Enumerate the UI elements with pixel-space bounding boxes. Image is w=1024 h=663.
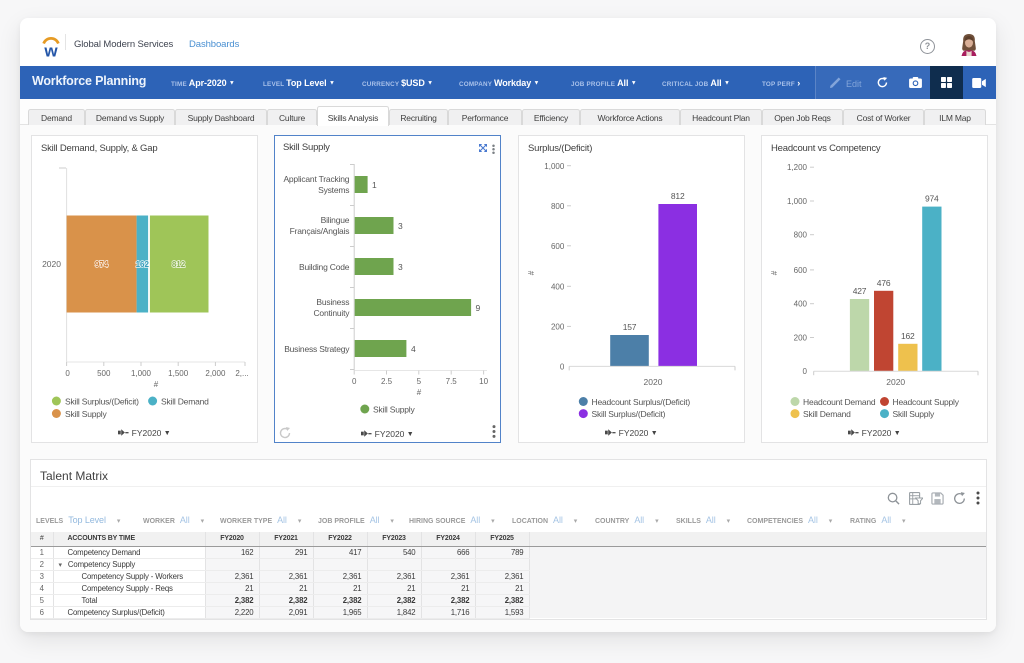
svg-text:500: 500 xyxy=(97,369,111,378)
svg-text:9: 9 xyxy=(475,303,480,313)
svg-text:Headcount Surplus/(Deficit): Headcount Surplus/(Deficit) xyxy=(592,397,691,407)
svg-text:1: 1 xyxy=(372,180,377,190)
svg-text:Business Strategy: Business Strategy xyxy=(284,344,350,354)
svg-text:Skill Demand: Skill Demand xyxy=(803,409,851,419)
svg-text:0: 0 xyxy=(351,377,356,386)
svg-text:#: # xyxy=(154,380,159,389)
svg-text:400: 400 xyxy=(794,300,808,309)
svg-text:Skill Demand: Skill Demand xyxy=(161,397,209,407)
svg-text:974: 974 xyxy=(925,194,939,204)
svg-text:162: 162 xyxy=(901,331,915,341)
svg-text:800: 800 xyxy=(794,231,808,240)
svg-text:Continuity: Continuity xyxy=(313,308,350,318)
svg-text:2020: 2020 xyxy=(644,377,663,387)
svg-text:7.5: 7.5 xyxy=(445,377,457,386)
svg-text:2.5: 2.5 xyxy=(380,377,392,386)
svg-text:Skill Surplus/(Deficit): Skill Surplus/(Deficit) xyxy=(65,397,139,407)
svg-text:5: 5 xyxy=(416,377,421,386)
svg-text:974: 974 xyxy=(95,260,109,269)
svg-text:10: 10 xyxy=(479,377,488,386)
svg-text:0: 0 xyxy=(65,369,70,378)
svg-text:Business: Business xyxy=(316,297,349,307)
svg-text:#: # xyxy=(416,388,421,397)
svg-text:Skill Supply: Skill Supply xyxy=(65,409,107,419)
svg-text:2,...: 2,... xyxy=(235,369,248,378)
svg-text:600: 600 xyxy=(794,266,808,275)
svg-text:Skill Supply: Skill Supply xyxy=(893,409,935,419)
svg-text:1,500: 1,500 xyxy=(168,369,189,378)
svg-text:162: 162 xyxy=(136,260,150,269)
svg-text:476: 476 xyxy=(877,278,891,288)
svg-text:Français/Anglais: Français/Anglais xyxy=(289,226,349,236)
svg-text:200: 200 xyxy=(551,323,565,332)
svg-text:0: 0 xyxy=(560,363,565,372)
svg-text:157: 157 xyxy=(623,322,637,332)
svg-text:Bilingue: Bilingue xyxy=(320,215,349,225)
svg-text:Headcount Supply: Headcount Supply xyxy=(893,397,960,407)
svg-text:1,000: 1,000 xyxy=(787,197,808,206)
svg-text:800: 800 xyxy=(551,202,565,211)
svg-text:Edit: Edit xyxy=(846,79,862,89)
svg-text:812: 812 xyxy=(671,191,685,201)
svg-text:2020: 2020 xyxy=(886,377,905,387)
svg-text:2020: 2020 xyxy=(42,259,61,269)
svg-text:2,000: 2,000 xyxy=(205,369,226,378)
svg-text:427: 427 xyxy=(853,286,867,296)
svg-text:Systems: Systems xyxy=(318,185,349,195)
svg-text:#: # xyxy=(527,270,536,275)
svg-text:#: # xyxy=(770,270,779,275)
svg-text:w: w xyxy=(43,42,58,59)
svg-text:600: 600 xyxy=(551,242,565,251)
svg-text:1,200: 1,200 xyxy=(787,163,808,172)
svg-text:200: 200 xyxy=(794,334,808,343)
svg-text:Skill Supply: Skill Supply xyxy=(373,404,415,414)
svg-text:1,000: 1,000 xyxy=(544,162,565,171)
svg-text:0: 0 xyxy=(803,367,808,376)
svg-text:4: 4 xyxy=(411,344,416,354)
svg-text:400: 400 xyxy=(551,283,565,292)
svg-text:3: 3 xyxy=(398,221,403,231)
svg-text:Applicant Tracking: Applicant Tracking xyxy=(283,174,349,184)
svg-text:3: 3 xyxy=(398,262,403,272)
svg-text:812: 812 xyxy=(172,260,186,269)
svg-text:1,000: 1,000 xyxy=(131,369,152,378)
svg-text:Building Code: Building Code xyxy=(298,262,349,272)
svg-text:Skill Surplus/(Deficit): Skill Surplus/(Deficit) xyxy=(592,409,666,419)
svg-text:Headcount Demand: Headcount Demand xyxy=(803,397,876,407)
